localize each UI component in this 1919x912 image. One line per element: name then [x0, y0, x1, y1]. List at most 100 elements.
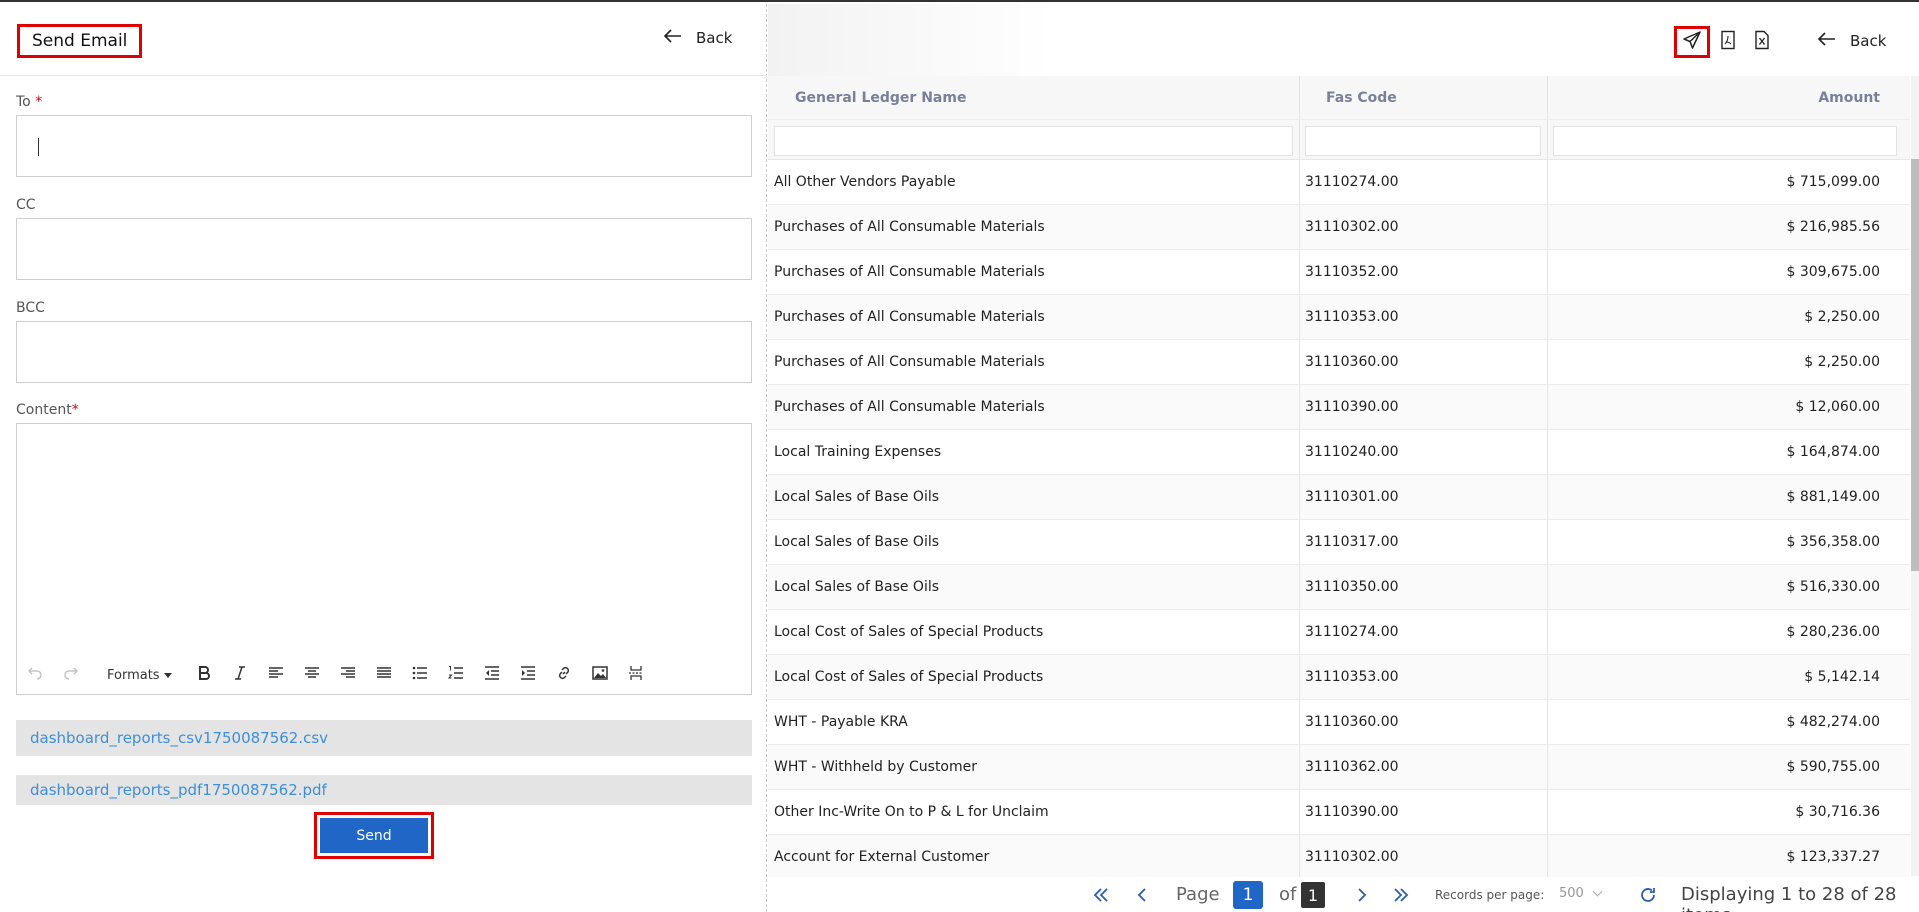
- image-button[interactable]: [582, 662, 618, 688]
- redo-icon: [63, 665, 79, 685]
- column-divider: [1299, 385, 1300, 429]
- column-divider: [1299, 745, 1300, 789]
- panel-title-text: Send Email: [32, 31, 128, 51]
- numbered-list-button[interactable]: [438, 662, 474, 688]
- cell-general-ledger-name: Local Sales of Base Oils: [774, 489, 940, 505]
- align-justify-button[interactable]: [366, 662, 402, 688]
- cell-general-ledger-name: Purchases of All Consumable Materials: [774, 219, 1045, 235]
- indent-icon: [520, 665, 536, 685]
- column-divider: [1299, 520, 1300, 564]
- table-header: General Ledger Name Fas Code Amount: [768, 76, 1910, 120]
- cc-input[interactable]: [16, 218, 752, 280]
- table-row[interactable]: All Other Vendors Payable 31110274.00 $ 71…: [768, 160, 1910, 205]
- column-header-fas-code[interactable]: Fas Code: [1326, 90, 1397, 106]
- column-divider: [1547, 430, 1548, 474]
- align-center-button[interactable]: [294, 662, 330, 688]
- current-page-input[interactable]: 1: [1233, 881, 1263, 909]
- cell-fas-code: 31110317.00: [1305, 534, 1399, 550]
- link-button[interactable]: [546, 662, 582, 688]
- filter-amount[interactable]: [1553, 126, 1897, 156]
- column-divider: [1547, 835, 1548, 879]
- bcc-input[interactable]: [16, 321, 752, 383]
- cell-fas-code: 31110274.00: [1305, 624, 1399, 640]
- table-row[interactable]: Local Sales of Base Oils 31110301.00 $ 881…: [768, 475, 1910, 520]
- attachment-csv[interactable]: dashboard_reports_csv1750087562.csv: [16, 720, 752, 756]
- table-row[interactable]: Purchases of All Consumable Materials 311…: [768, 385, 1910, 430]
- to-input[interactable]: [16, 115, 752, 177]
- page-break-button[interactable]: [618, 662, 654, 688]
- column-divider: [1547, 340, 1548, 384]
- align-left-button[interactable]: [258, 662, 294, 688]
- table-row[interactable]: Local Sales of Base Oils 31110317.00 $ 356…: [768, 520, 1910, 565]
- column-divider: [1299, 790, 1300, 834]
- divider: [0, 75, 767, 76]
- arrow-left-icon: [1817, 32, 1836, 50]
- cell-general-ledger-name: Account for External Customer: [774, 849, 990, 865]
- table-row[interactable]: Local Cost of Sales of Special Products 3…: [768, 655, 1910, 700]
- first-page-button[interactable]: [1092, 886, 1110, 904]
- table-row[interactable]: Local Cost of Sales of Special Products 3…: [768, 610, 1910, 655]
- table-row[interactable]: Purchases of All Consumable Materials 311…: [768, 340, 1910, 385]
- filter-general-ledger-name[interactable]: [774, 126, 1293, 156]
- last-page-button[interactable]: [1392, 886, 1410, 904]
- table-row[interactable]: Purchases of All Consumable Materials 311…: [768, 205, 1910, 250]
- redo-button[interactable]: [53, 662, 89, 688]
- required-mark: *: [71, 402, 79, 418]
- column-header-amount[interactable]: Amount: [1818, 90, 1880, 106]
- double-chevron-right-icon: [1392, 888, 1410, 909]
- formats-dropdown[interactable]: Formats: [99, 662, 180, 688]
- attachment-csv-name: dashboard_reports_csv1750087562.csv: [30, 729, 329, 747]
- next-page-button[interactable]: [1352, 886, 1370, 904]
- cell-general-ledger-name: Local Training Expenses: [774, 444, 942, 460]
- table-row[interactable]: WHT - Withheld by Customer 31110362.00 $ 5…: [768, 745, 1910, 790]
- outdent-button[interactable]: [474, 662, 510, 688]
- email-back-button[interactable]: Back: [663, 29, 732, 47]
- table-row[interactable]: Purchases of All Consumable Materials 311…: [768, 295, 1910, 340]
- scrollbar-thumb[interactable]: [1911, 159, 1919, 571]
- table-row[interactable]: Local Sales of Base Oils 31110350.00 $ 516…: [768, 565, 1910, 610]
- arrow-left-icon: [663, 29, 682, 47]
- table-row[interactable]: Local Training Expenses 31110240.00 $ 164,…: [768, 430, 1910, 475]
- editor-toolbar: Formats: [17, 662, 654, 688]
- column-divider: [1547, 205, 1548, 249]
- column-divider: [1547, 120, 1548, 159]
- export-excel-button[interactable]: [1744, 26, 1780, 58]
- cell-fas-code: 31110302.00: [1305, 849, 1399, 865]
- column-divider: [1547, 520, 1548, 564]
- align-right-button[interactable]: [330, 662, 366, 688]
- column-header-general-ledger-name[interactable]: General Ledger Name: [795, 90, 966, 106]
- previous-page-button[interactable]: [1134, 886, 1152, 904]
- of-label: of: [1279, 884, 1297, 905]
- content-label-text: Content: [16, 402, 72, 418]
- bullet-list-button[interactable]: [402, 662, 438, 688]
- column-divider: [1299, 835, 1300, 879]
- table-row[interactable]: Other Inc-Write On to P & L for Unclaim 3…: [768, 790, 1910, 835]
- send-button[interactable]: Send: [320, 818, 428, 853]
- cell-fas-code: 31110274.00: [1305, 174, 1399, 190]
- table-row[interactable]: Purchases of All Consumable Materials 311…: [768, 250, 1910, 295]
- italic-button[interactable]: [222, 662, 258, 688]
- table-row[interactable]: WHT - Payable KRA 31110360.00 $ 482,274.00: [768, 700, 1910, 745]
- content-editor[interactable]: Formats: [16, 423, 752, 695]
- cell-amount: $ 280,236.00: [1786, 624, 1880, 640]
- page-break-icon: [628, 665, 644, 685]
- send-email-button[interactable]: [1674, 26, 1710, 58]
- bold-button[interactable]: [186, 662, 222, 688]
- records-per-page-value: 500: [1559, 886, 1584, 901]
- cell-fas-code: 31110390.00: [1305, 399, 1399, 415]
- indent-button[interactable]: [510, 662, 546, 688]
- report-back-button[interactable]: Back: [1817, 32, 1886, 50]
- table-row[interactable]: Account for External Customer 31110302.00…: [768, 835, 1910, 880]
- undo-button[interactable]: [17, 662, 53, 688]
- link-icon: [556, 665, 572, 685]
- numbered-list-icon: [447, 665, 464, 685]
- attachment-pdf[interactable]: dashboard_reports_pdf1750087562.pdf: [16, 775, 752, 805]
- records-per-page-select[interactable]: 500: [1559, 886, 1603, 901]
- filter-fas-code[interactable]: [1305, 126, 1541, 156]
- column-divider: [1299, 655, 1300, 699]
- column-divider: [1299, 565, 1300, 609]
- export-pdf-button[interactable]: [1710, 26, 1746, 58]
- column-divider: [1299, 430, 1300, 474]
- refresh-button[interactable]: [1639, 886, 1657, 904]
- formats-label: Formats: [107, 667, 160, 683]
